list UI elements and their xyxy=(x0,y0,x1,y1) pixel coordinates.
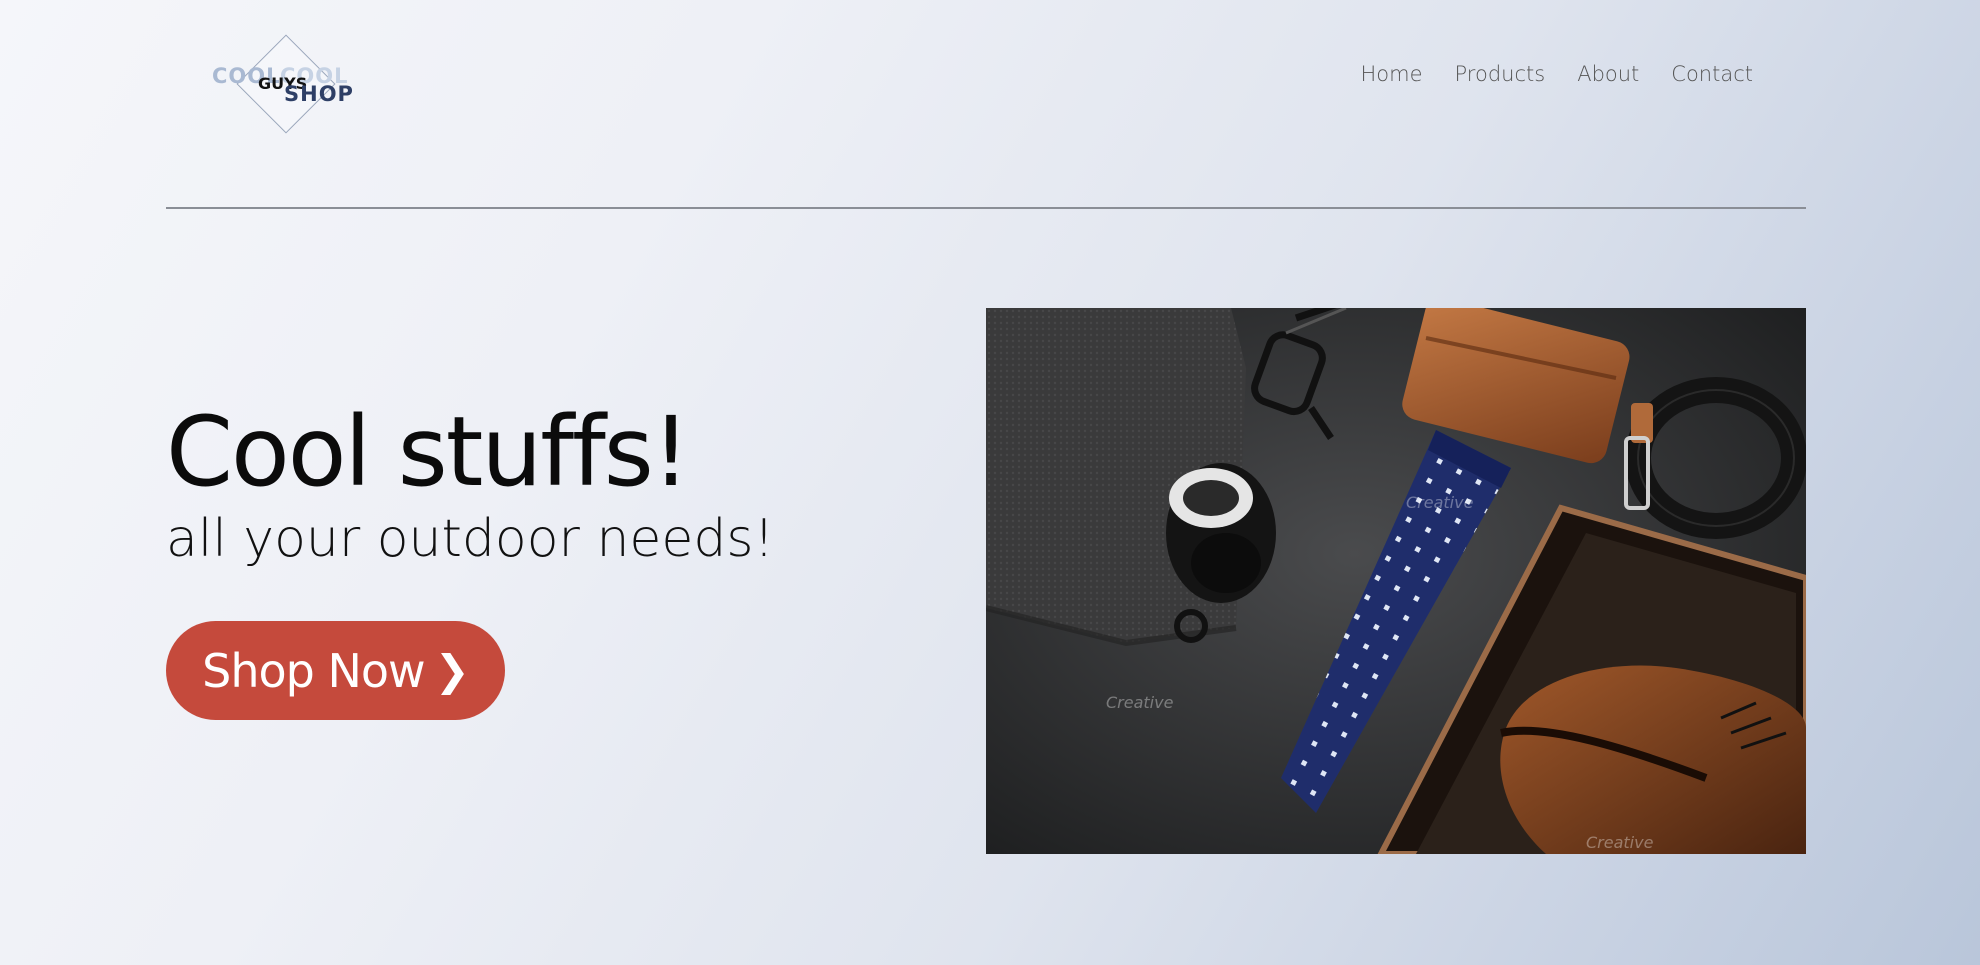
shop-now-label: Shop Now xyxy=(202,643,425,698)
watch xyxy=(1166,463,1276,603)
header-divider xyxy=(166,207,1806,209)
hero-title: Cool stuffs! xyxy=(166,396,690,508)
logo-word-shop: SHOP xyxy=(284,82,354,106)
watermark-text: Creative xyxy=(1586,833,1654,852)
nav-contact-link[interactable]: Contact xyxy=(1671,62,1753,86)
hero-product-image: Creative Creative Creative xyxy=(986,308,1806,854)
hero-subtitle: all your outdoor needs! xyxy=(166,509,775,569)
watermark-text: Creative xyxy=(1406,493,1474,512)
accessories-illustration: Creative Creative Creative xyxy=(986,308,1806,854)
main-nav: Home Products About Contact xyxy=(1361,62,1754,86)
nav-home-link[interactable]: Home xyxy=(1361,62,1423,86)
chevron-right-icon: ❯ xyxy=(434,646,470,695)
nav-about-link[interactable]: About xyxy=(1577,62,1639,86)
brand-logo[interactable]: COOL COOL GUYS SHOP xyxy=(210,34,360,134)
shop-now-button[interactable]: Shop Now ❯ xyxy=(166,621,505,720)
watermark-text: Creative xyxy=(1106,693,1174,712)
nav-products-link[interactable]: Products xyxy=(1455,62,1546,86)
leather-shoe xyxy=(1500,665,1806,854)
